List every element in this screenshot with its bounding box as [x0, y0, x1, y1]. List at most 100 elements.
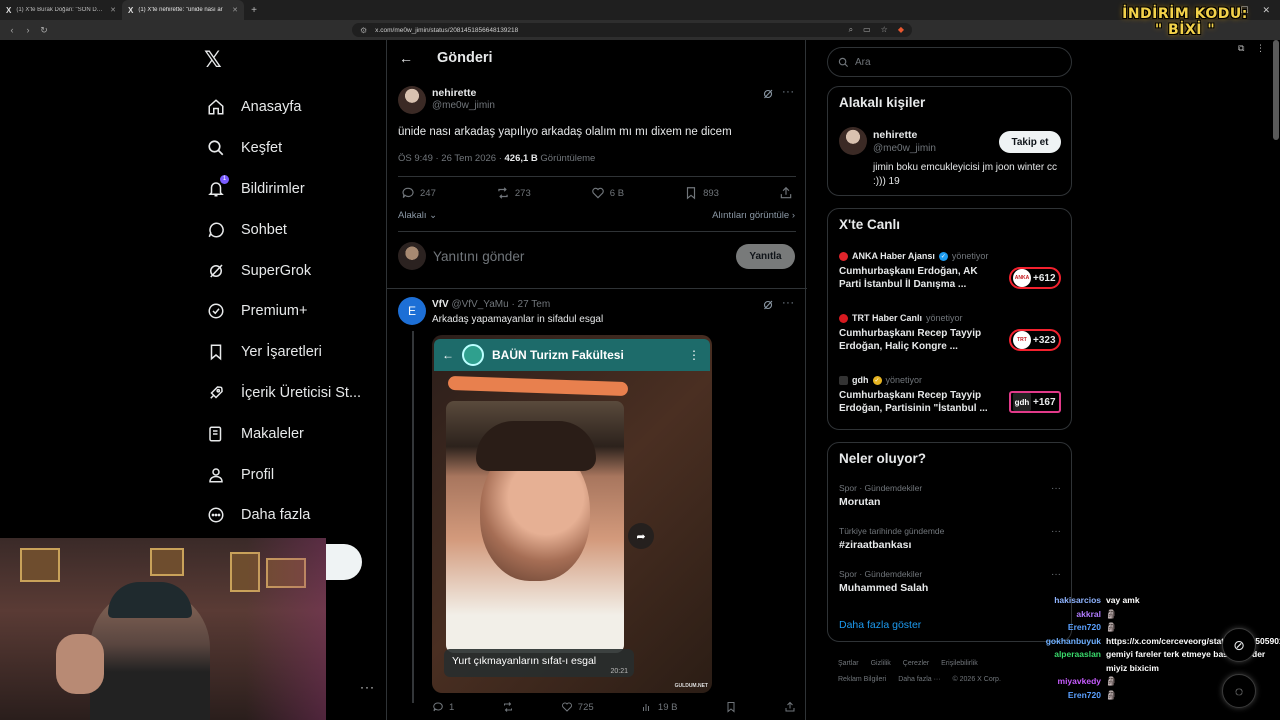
related-person-name[interactable]: nehirette — [873, 129, 917, 141]
footer-link[interactable]: Reklam Bilgileri — [838, 676, 886, 683]
site-info-icon[interactable]: ⚙ — [360, 26, 367, 35]
avatar[interactable] — [398, 86, 426, 114]
page-scrollbar[interactable] — [1273, 40, 1279, 140]
reply-media-image[interactable]: ← BAÜN Turizm Fakültesi ⋮ ➦ Yurt çıkmaya… — [432, 335, 712, 693]
trend-item[interactable]: Türkiye tarihinde gündemde #ziraatbankas… — [839, 526, 1061, 551]
image-photo — [446, 401, 624, 653]
x-logo-icon[interactable]: 𝕏 — [204, 48, 222, 73]
bookmark-icon — [727, 702, 735, 713]
sidebar-item-bookmarks[interactable]: Yer İşaretleri — [205, 332, 361, 373]
search-input[interactable]: Ara — [827, 47, 1072, 77]
related-person-handle[interactable]: @me0w_jimin — [873, 143, 936, 154]
sidebar-item-label: Profil — [241, 466, 275, 483]
trend-more-icon[interactable]: ··· — [1051, 569, 1061, 580]
trend-name: Morutan — [839, 496, 881, 508]
live-listeners-pill[interactable]: gdh +167 — [1009, 391, 1061, 413]
share-action[interactable] — [779, 186, 793, 200]
extensions-icon[interactable]: ⧉ — [1238, 43, 1244, 54]
footer-link[interactable]: Daha fazla ··· — [898, 676, 940, 683]
grok-icon[interactable] — [762, 88, 776, 102]
share-action[interactable] — [784, 701, 796, 713]
bookmark-action[interactable]: 893 — [684, 186, 719, 200]
image-back-arrow-icon: ← — [442, 348, 454, 362]
grok-icon[interactable] — [762, 299, 776, 313]
avatar[interactable] — [398, 242, 426, 270]
address-bar[interactable]: ⚙ x.com/me0w_jimin/status/20814518566481… — [352, 23, 912, 37]
live-item[interactable]: ANKA Haber Ajansı ✓ yönetiyor Cumhurbaşk… — [839, 251, 1061, 290]
grok-float-icon[interactable]: ⊘ — [1222, 628, 1256, 662]
reply-input[interactable]: Yanıtını gönder — [433, 249, 524, 264]
sidebar-item-chat[interactable]: Sohbet — [205, 209, 361, 250]
footer-link[interactable]: Şartlar — [838, 660, 859, 667]
account-more-icon[interactable]: ··· — [360, 680, 375, 694]
avatar[interactable] — [839, 127, 867, 155]
post-button[interactable] — [320, 544, 362, 580]
show-more-link[interactable]: Daha fazla göster — [839, 619, 921, 631]
close-tab-icon[interactable]: ✕ — [110, 6, 116, 14]
sidebar-item-supergrok[interactable]: SuperGrok — [205, 250, 361, 291]
live-listeners-pill[interactable]: ANKA +612 — [1009, 267, 1061, 289]
footer-link[interactable]: Çerezler — [903, 660, 929, 667]
sidebar-item-notifications[interactable]: 1 Bildirimler — [205, 169, 361, 210]
quotes-link[interactable]: Alıntıları görüntüle › — [712, 210, 795, 221]
messages-float-icon[interactable]: ◌ — [1222, 674, 1256, 708]
reply-post[interactable]: E VfV @VfV_YaMu · 27 Tem ··· Arkadaş yap… — [398, 297, 796, 720]
trend-item[interactable]: Spor · Gündemdekiler Morutan ··· — [839, 483, 1061, 508]
live-item[interactable]: TRT Haber Canlı yönetiyor Cumhurbaşkanı … — [839, 313, 1061, 352]
trend-more-icon[interactable]: ··· — [1051, 483, 1061, 494]
views-action[interactable]: 19 B — [641, 701, 677, 713]
bookmark-action[interactable] — [725, 701, 737, 713]
sidebar-item-articles[interactable]: Makaleler — [205, 413, 361, 454]
repost-action[interactable]: 273 — [496, 186, 531, 200]
reload-icon[interactable]: ↻ — [36, 25, 52, 36]
new-tab-icon[interactable]: + — [244, 0, 264, 20]
reply-button[interactable]: Yanıtla — [736, 244, 795, 269]
footer-link[interactable]: Erişilebilirlik — [941, 660, 978, 667]
sidebar-item-creator-studio[interactable]: İçerik Üreticisi St... — [205, 373, 361, 414]
screen-icon[interactable]: ▭ — [863, 25, 871, 35]
reply-author[interactable]: VfV @VfV_YaMu · 27 Tem — [432, 299, 550, 310]
shield-icon[interactable]: ◆ — [898, 25, 904, 35]
sidebar-item-more[interactable]: Daha fazla — [205, 495, 361, 536]
back-arrow-icon[interactable]: ← — [399, 50, 413, 66]
sidebar-item-premium[interactable]: Premium+ — [205, 291, 361, 332]
zoom-icon[interactable]: ⌕ — [849, 25, 853, 35]
post-author-handle[interactable]: @me0w_jimin — [432, 100, 495, 111]
like-action[interactable]: 6 B — [591, 186, 624, 200]
avatar[interactable]: E — [398, 297, 426, 325]
sidebar-item-home[interactable]: Anasayfa — [205, 87, 361, 128]
related-link[interactable]: Alakalı ⌄ — [398, 210, 437, 221]
trend-context: Spor · Gündemdekiler — [839, 483, 923, 493]
close-tab-icon[interactable]: ✕ — [232, 6, 238, 14]
browser-tab-2[interactable]: X (1) X'te nehirette: "ünide nası ar ✕ — [122, 0, 244, 20]
trend-more-icon[interactable]: ··· — [1051, 526, 1061, 537]
post-meta: ÖS 9:49 · 26 Tem 2026 · 426,1 B Görüntül… — [398, 153, 595, 164]
star-icon[interactable]: ☆ — [881, 25, 888, 35]
menu-icon[interactable]: ⋮ — [1256, 43, 1265, 54]
browser-tab-1[interactable]: X (1) X'te Burak Doğan: "SON DAKİKA: ✕ — [0, 0, 122, 20]
image-caption: Yurt çıkmayanların sıfat-ı esgal — [452, 655, 597, 667]
footer-copyright: © 2026 X Corp. — [952, 676, 1001, 683]
repost-action[interactable] — [502, 701, 514, 713]
related-label: Alakalı — [398, 210, 427, 221]
live-listeners-pill[interactable]: TRT +323 — [1009, 329, 1061, 351]
reply-action[interactable]: 1 — [432, 701, 454, 713]
main-column: ← Gönderi nehirette @me0w_jimin ··· ünid… — [386, 40, 807, 720]
chat-username: hakisarcios — [1054, 595, 1101, 605]
live-item[interactable]: gdh ✓ yönetiyor Cumhurbaşkanı Recep Tayy… — [839, 375, 1061, 414]
back-nav-icon[interactable]: ‹ — [4, 25, 20, 35]
post-more-icon[interactable]: ··· — [782, 86, 795, 98]
like-action[interactable]: 725 — [561, 701, 594, 713]
trend-item[interactable]: Spor · Gündemdekiler Muhammed Salah ··· — [839, 569, 1061, 594]
post-time[interactable]: ÖS 9:49 · 26 Tem 2026 · — [398, 153, 502, 164]
close-window-icon[interactable]: ✕ — [1262, 5, 1270, 16]
reply-action[interactable]: 247 — [401, 186, 436, 200]
views-icon — [642, 704, 649, 711]
sidebar-item-profile[interactable]: Profil — [205, 454, 361, 495]
post-more-icon[interactable]: ··· — [782, 297, 795, 309]
forward-nav-icon[interactable]: › — [20, 25, 36, 35]
footer-link[interactable]: Gizlilik — [871, 660, 891, 667]
post-author-name[interactable]: nehirette — [432, 87, 476, 99]
follow-button[interactable]: Takip et — [999, 131, 1061, 153]
sidebar-item-explore[interactable]: Keşfet — [205, 128, 361, 169]
